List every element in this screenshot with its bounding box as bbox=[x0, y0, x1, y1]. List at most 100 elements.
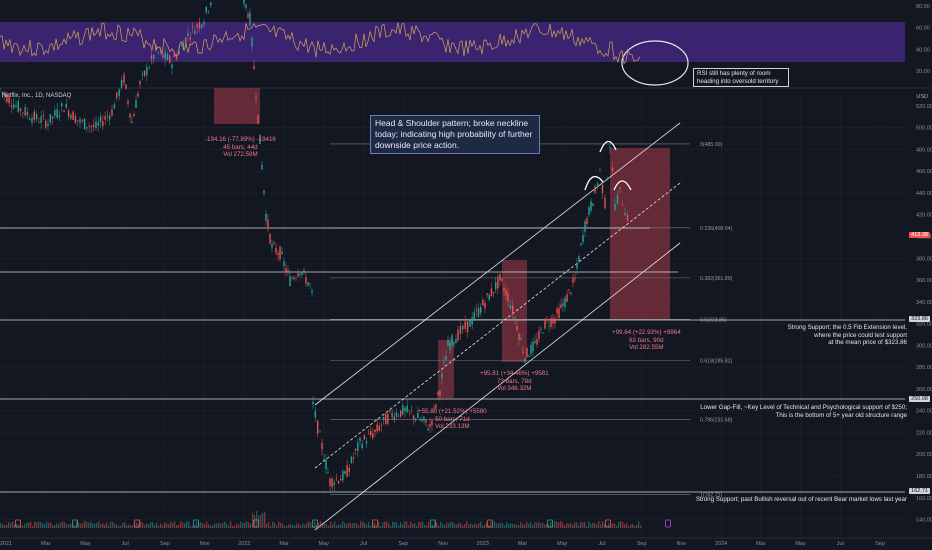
volume-bar bbox=[502, 523, 504, 528]
volume-bar bbox=[56, 523, 58, 528]
candle-body bbox=[511, 305, 514, 315]
candle-body bbox=[299, 273, 301, 275]
candle-body bbox=[88, 126, 90, 127]
candle-body bbox=[22, 112, 24, 114]
candle-body bbox=[279, 246, 281, 260]
volume-bar bbox=[60, 522, 62, 528]
volume-bar bbox=[350, 522, 352, 528]
volume-bar bbox=[298, 523, 300, 528]
candle-body bbox=[277, 252, 279, 255]
candle-body bbox=[162, 54, 164, 58]
volume-bar bbox=[86, 521, 88, 528]
volume-bar bbox=[478, 523, 480, 528]
volume-bar bbox=[594, 522, 596, 528]
x-tick-label: May bbox=[319, 541, 330, 547]
measure-label-1: -194.16 (-77.89%) -19416 45 bars, 44d Vo… bbox=[205, 136, 276, 159]
volume-bar bbox=[94, 523, 96, 528]
candle-body bbox=[79, 119, 81, 123]
volume-bar bbox=[166, 523, 168, 528]
volume-bar bbox=[130, 525, 132, 528]
candle-body bbox=[453, 342, 455, 345]
volume-bar bbox=[194, 525, 196, 528]
candle-body bbox=[464, 321, 466, 329]
candle-body bbox=[81, 120, 83, 122]
volume-bar bbox=[266, 523, 268, 528]
candle-body bbox=[106, 115, 109, 117]
candle-body bbox=[473, 312, 475, 320]
volume-bar bbox=[280, 522, 282, 528]
candle-body bbox=[588, 207, 590, 215]
volume-bar bbox=[444, 525, 446, 528]
candle-body bbox=[534, 341, 536, 343]
candle-body bbox=[520, 338, 522, 340]
rsi-tick-label: 60.00 bbox=[916, 26, 930, 32]
volume-bar bbox=[428, 522, 430, 528]
volume-bar bbox=[164, 522, 166, 528]
volume-bar bbox=[592, 522, 594, 528]
y-tick-label: 500.00 bbox=[916, 126, 932, 132]
candle-body bbox=[127, 100, 129, 104]
measure-box bbox=[438, 340, 454, 398]
candle-body bbox=[243, 0, 245, 4]
volume-bar bbox=[496, 523, 498, 528]
candle-body bbox=[38, 122, 40, 123]
volume-bar bbox=[526, 521, 528, 528]
candle-body bbox=[253, 66, 255, 70]
volume-bar bbox=[602, 521, 604, 528]
candle-body bbox=[42, 115, 45, 116]
volume-bar bbox=[442, 523, 444, 528]
measure-1-line-2: 45 bars, 44d bbox=[223, 143, 258, 151]
candle-body bbox=[285, 268, 287, 272]
x-tick-label: Jul bbox=[122, 541, 129, 547]
volume-bar bbox=[616, 525, 618, 528]
candle-body bbox=[590, 201, 592, 211]
candle-body bbox=[566, 294, 568, 302]
strong-support-line-3: at the mean price of $323.86 bbox=[828, 339, 907, 346]
volume-bar bbox=[600, 524, 602, 528]
volume-bar bbox=[598, 521, 600, 528]
candle-body bbox=[207, 11, 210, 12]
candle-body bbox=[488, 294, 490, 301]
volume-bar bbox=[368, 521, 370, 528]
volume-bar bbox=[328, 525, 330, 528]
candle-body bbox=[247, 13, 249, 18]
volume-bar bbox=[480, 521, 482, 528]
candle-body bbox=[47, 123, 49, 126]
volume-bar bbox=[640, 525, 642, 528]
volume-bar bbox=[354, 523, 356, 528]
candle-body bbox=[51, 116, 54, 119]
volume-bar bbox=[98, 521, 100, 528]
candle-body bbox=[536, 339, 538, 345]
volume-bar bbox=[336, 525, 338, 528]
hs-pattern-annotation: Head & Shoulder pattern; broke neckline … bbox=[370, 115, 540, 154]
candle-body bbox=[58, 115, 61, 117]
volume-bar bbox=[202, 523, 204, 528]
x-tick-label: Mar bbox=[41, 541, 51, 547]
volume-bar bbox=[310, 522, 312, 528]
volume-bar bbox=[2, 524, 4, 528]
volume-bar bbox=[436, 522, 438, 528]
lower-gap-note: Lower Gap-Fill, ~Key Level of Technical … bbox=[700, 404, 907, 419]
candle-body bbox=[337, 481, 340, 484]
measure-2-line-1: +95.81 (+34.46%) +9581 bbox=[480, 370, 549, 377]
candle-body bbox=[355, 448, 357, 451]
candle-body bbox=[447, 339, 449, 346]
volume-bar bbox=[78, 522, 80, 528]
volume-bar bbox=[254, 515, 256, 528]
volume-bar bbox=[422, 521, 424, 528]
candle-body bbox=[580, 243, 582, 245]
volume-bar bbox=[582, 522, 584, 528]
volume-bar bbox=[62, 521, 64, 528]
volume-bar bbox=[410, 521, 412, 528]
candle-body bbox=[93, 124, 95, 127]
volume-bar bbox=[182, 522, 184, 528]
candle-body bbox=[95, 121, 97, 129]
candle-body bbox=[346, 465, 348, 477]
volume-bar bbox=[476, 524, 478, 528]
lower-gap-line-2: This is the bottom of 5+ year old struct… bbox=[775, 411, 907, 419]
volume-bar bbox=[190, 525, 192, 528]
volume-bar bbox=[34, 521, 36, 528]
x-tick-label: Nov bbox=[438, 541, 448, 547]
volume-bar bbox=[232, 525, 234, 528]
candle-body bbox=[342, 470, 344, 481]
